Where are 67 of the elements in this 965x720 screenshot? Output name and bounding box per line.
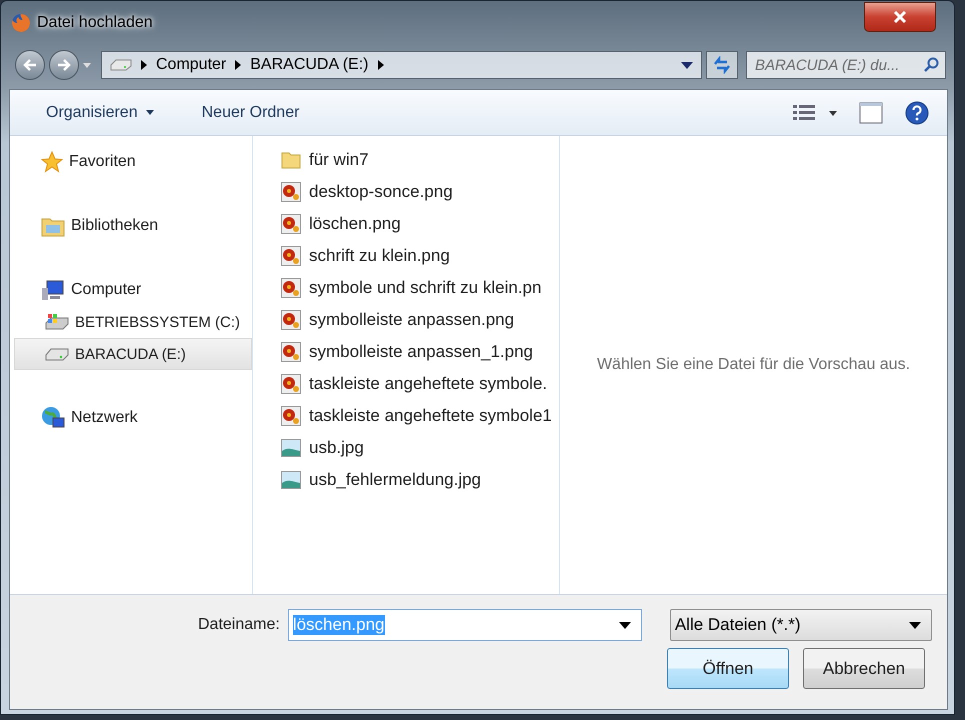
- refresh-button[interactable]: [706, 51, 738, 79]
- drive-icon: [45, 313, 69, 331]
- back-arrow-icon: [23, 59, 37, 71]
- file-item[interactable]: symbolleiste anpassen.png: [281, 304, 559, 336]
- dropdown-caret-icon: [908, 622, 921, 628]
- image-file-icon: [281, 214, 301, 234]
- forward-arrow-icon: [57, 59, 71, 71]
- preview-pane-icon[interactable]: [859, 102, 883, 124]
- chevron-icon: [235, 60, 242, 70]
- drive-icon: [110, 59, 132, 71]
- file-item[interactable]: desktop-sonce.png: [281, 176, 559, 208]
- landscape-image-icon: [281, 471, 301, 489]
- file-item[interactable]: für win7: [281, 144, 559, 176]
- image-file-icon: [281, 182, 301, 202]
- navigation-item[interactable]: Computer: [14, 274, 252, 306]
- folder-icon: [281, 151, 301, 169]
- search-icon: [923, 57, 939, 73]
- breadcrumb-item[interactable]: Computer: [156, 56, 226, 74]
- navigation-item[interactable]: Netzwerk: [14, 402, 252, 434]
- landscape-image-icon: [281, 439, 301, 457]
- cancel-button[interactable]: Abbrechen: [803, 648, 925, 689]
- file-item[interactable]: usb_fehlermeldung.jpg: [281, 464, 559, 496]
- file-item[interactable]: schrift zu klein.png: [281, 240, 559, 272]
- help-icon[interactable]: [905, 100, 929, 124]
- computer-icon: [41, 279, 65, 301]
- view-options-icon[interactable]: [793, 104, 837, 122]
- image-file-icon: [281, 310, 301, 330]
- file-item[interactable]: löschen.png: [281, 208, 559, 240]
- navigation-item[interactable]: Bibliotheken: [14, 210, 252, 242]
- image-file-icon: [281, 406, 301, 426]
- dropdown-caret-icon: [618, 622, 631, 628]
- filename-label: Dateiname:: [198, 616, 280, 634]
- dropdown-caret-icon[interactable]: [681, 62, 693, 68]
- refresh-arrows-icon: [712, 56, 732, 74]
- image-file-icon: [281, 374, 301, 394]
- window-title: Datei hochladen: [37, 14, 153, 32]
- globe-icon: [41, 406, 65, 430]
- image-file-icon: [281, 342, 301, 362]
- file-item[interactable]: taskleiste angeheftete symbole.: [281, 368, 559, 400]
- drive-icon: [45, 347, 69, 361]
- file-item[interactable]: taskleiste angeheftete symbole1: [281, 400, 559, 432]
- chevron-icon: [141, 60, 147, 70]
- address-bar[interactable]: Computer BARACUDA (E:): [101, 51, 702, 79]
- organize-menu-button[interactable]: Organisieren: [40, 102, 160, 122]
- file-item[interactable]: symbolleiste anpassen_1.png: [281, 336, 559, 368]
- open-button[interactable]: Öffnen: [667, 648, 789, 689]
- new-folder-button[interactable]: Neuer Ordner: [196, 102, 306, 122]
- close-button[interactable]: [864, 2, 936, 32]
- navigation-item[interactable]: Favoriten: [14, 146, 252, 178]
- back-button[interactable]: [15, 50, 45, 80]
- caret-icon: [83, 62, 91, 68]
- file-item[interactable]: usb.jpg: [281, 432, 559, 464]
- image-file-icon: [281, 246, 301, 266]
- star-icon: [41, 151, 63, 173]
- caret-icon: [146, 110, 154, 115]
- breadcrumb-item[interactable]: BARACUDA (E:): [250, 56, 368, 74]
- navigation-item[interactable]: BETRIEBSSYSTEM (C:): [14, 306, 252, 338]
- close-icon: [893, 11, 907, 23]
- browser-logo-icon: [11, 13, 31, 33]
- image-file-icon: [281, 278, 301, 298]
- navigation-item[interactable]: BARACUDA (E:): [14, 338, 252, 370]
- forward-button[interactable]: [49, 50, 79, 80]
- preview-message: Wählen Sie eine Datei für die Vorschau aus.: [596, 356, 910, 374]
- chevron-icon: [378, 60, 384, 70]
- file-item[interactable]: symbole und schrift zu klein.pn: [281, 272, 559, 304]
- file-type-dropdown[interactable]: Alle Dateien (*.*): [670, 609, 932, 641]
- search-field[interactable]: BARACUDA (E:) du...: [746, 51, 946, 79]
